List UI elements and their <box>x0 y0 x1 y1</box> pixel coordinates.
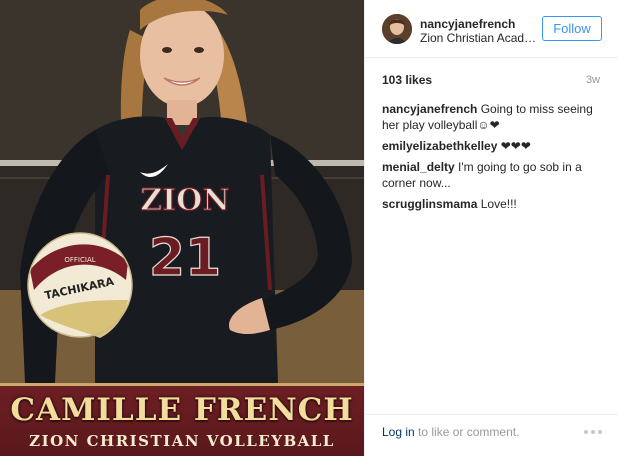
post-location[interactable]: Zion Christian Academy <box>420 31 538 45</box>
login-suffix: to like or comment. <box>414 425 520 439</box>
comment-item: nancyjanefrench Going to miss seeing her… <box>382 101 604 133</box>
more-options-icon[interactable] <box>583 429 603 435</box>
avatar[interactable] <box>382 14 412 44</box>
post-footer: Log in to like or comment. <box>365 414 618 456</box>
comment-item: scrugglinsmama Love!!! <box>382 196 604 212</box>
name-banner: CAMILLE FRENCH ZION CHRISTIAN VOLLEYBALL <box>0 383 364 456</box>
comment-item: menial_delty I'm going to go sob in a co… <box>382 159 604 191</box>
photo-illustration: ZION 21 OFFICIAL TACHIKARA <box>0 0 364 383</box>
comments-list: nancyjanefrench Going to miss seeing her… <box>382 101 604 217</box>
comment-text: Love!!! <box>480 197 517 211</box>
post-sidebar: nancyjanefrench Zion Christian Academy F… <box>364 0 618 456</box>
jersey-text: ZION <box>140 183 230 218</box>
post-username[interactable]: nancyjanefrench <box>420 17 515 31</box>
post-photo[interactable]: ZION 21 OFFICIAL TACHIKARA CAMILLE FRENC… <box>0 0 364 456</box>
ball-small-text: OFFICIAL <box>64 256 95 264</box>
comment-text: ❤❤❤ <box>500 139 531 153</box>
login-link[interactable]: Log in <box>382 425 415 439</box>
comment-author[interactable]: nancyjanefrench <box>382 102 477 116</box>
login-prompt: Log in to like or comment. <box>382 425 519 439</box>
post-timestamp[interactable]: 3w <box>586 74 600 86</box>
comment-author[interactable]: menial_delty <box>382 160 455 174</box>
jersey-number: 21 <box>149 228 221 288</box>
banner-player-name: CAMILLE FRENCH <box>10 392 354 428</box>
likes-count[interactable]: 103 likes <box>382 73 432 87</box>
comment-author[interactable]: scrugglinsmama <box>382 197 477 211</box>
avatar-icon <box>382 14 412 44</box>
follow-button[interactable]: Follow <box>542 16 602 41</box>
post-header: nancyjanefrench Zion Christian Academy F… <box>365 0 618 58</box>
comment-author[interactable]: emilyelizabethkelley <box>382 139 497 153</box>
comment-item: emilyelizabethkelley ❤❤❤ <box>382 138 604 154</box>
banner-team-name: ZION CHRISTIAN VOLLEYBALL <box>29 432 335 450</box>
